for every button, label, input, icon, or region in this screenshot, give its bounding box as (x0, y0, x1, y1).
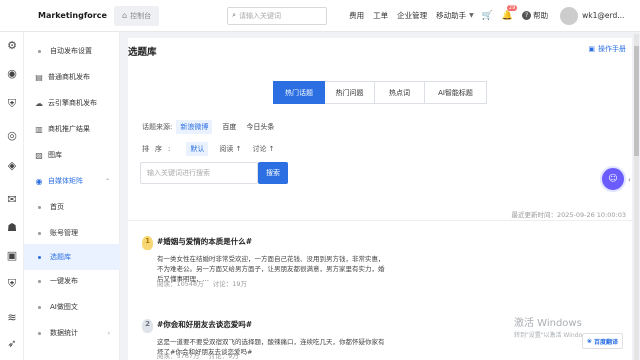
top-nav: 费用 工单 企业管理 移动助手 ▼ (349, 10, 482, 21)
menu-item-cloud-publish[interactable]: ☁ 云引擎商机发布 (24, 90, 120, 116)
rail-icon-9[interactable]: ⛨ (6, 278, 18, 290)
topic-title[interactable]: #婚姻与爱情的本质是什么# (157, 236, 252, 247)
menu-item-promotion-results[interactable]: ▥ 商机推广结果 (24, 116, 120, 142)
chevron-up-icon: ⌃ (104, 177, 110, 185)
menu-item-topic-library[interactable]: 选题库 (24, 244, 120, 270)
notification-badge: 29 (506, 4, 518, 11)
layers-icon[interactable]: ≋ (6, 312, 18, 324)
global-search-input[interactable]: ⌕ 请输入关键词 (227, 6, 328, 25)
side-menu: 自动发布设置 ▤ 普通商机发布 ☁ 云引擎商机发布 ▥ 商机推广结果 ▨ 图库 ◉ 自媒体… (24, 32, 120, 360)
topic-reads: 阅读：10548万 (157, 280, 204, 288)
nav-tickets[interactable]: 工单 (373, 10, 388, 21)
rail-icon-5[interactable]: ◈ (6, 160, 18, 172)
menu-item-statistics[interactable]: 数据统计 › (24, 320, 120, 346)
source-filter: 话题来源: 新浪微博 百度 今日头条 (142, 120, 284, 134)
menu-item-normal-publish[interactable]: ▤ 普通商机发布 (24, 64, 120, 90)
avatar[interactable] (560, 6, 579, 25)
top-bar: Marketingforce ⌂ 控制台 ⌕ 请输入关键词 费用 工单 企业管理 移… (0, 0, 640, 32)
topic-title[interactable]: #你会和好朋友去谈恋爱吗# (157, 319, 252, 330)
question-icon: ? (522, 11, 532, 20)
chevron-right-icon: › (107, 329, 110, 337)
rocket-icon[interactable]: ➶ (6, 338, 18, 350)
baidu-translate-button[interactable]: ❀ 百度翻译 (582, 333, 624, 349)
assistant-bot-icon[interactable]: ☺ (600, 166, 626, 192)
cloud-icon: ☁ (35, 98, 43, 108)
topic-meta: 阅读：10548万 讨论：19万 (157, 278, 254, 288)
chart-icon: ▥ (35, 124, 43, 134)
nav-mobile-assistant[interactable]: 移动助手 (436, 10, 466, 21)
tab-ai-titles[interactable]: AI智能标题 (425, 81, 487, 104)
rail-icon-6[interactable]: ✉ (6, 194, 18, 206)
help-link[interactable]: ? 帮助 (522, 10, 548, 21)
keyword-search-input[interactable] (140, 162, 258, 184)
nav-enterprise[interactable]: 企业管理 (397, 10, 427, 21)
search-button[interactable]: 搜索 (258, 162, 288, 184)
source-toutiao[interactable]: 今日头条 (246, 122, 274, 132)
menu-item-auto-publish-settings[interactable]: 自动发布设置 (24, 38, 120, 64)
rail-icon-7[interactable]: ☗ (6, 222, 18, 234)
tab-hot-questions[interactable]: 热门问题 (325, 81, 375, 104)
topic-tabs: 热门话题 热门问题 热点词 AI智能标题 (273, 81, 487, 104)
edit-icon: ▤ (35, 72, 43, 82)
menu-item-ai-article[interactable]: AI做图文 (24, 294, 120, 320)
sort-default[interactable]: 默认 (186, 142, 209, 156)
rank-medal-icon: 2 (142, 319, 153, 333)
menu-item-gallery[interactable]: ▨ 图库 (24, 142, 120, 168)
menu-item-one-click-publish[interactable]: 一键发布 (24, 268, 120, 294)
page-scrollbar[interactable] (634, 34, 639, 360)
console-tab[interactable]: ⌂ 控制台 (114, 5, 160, 26)
media-icon: ◉ (35, 176, 43, 186)
menu-item-account-management[interactable]: 账号管理 (24, 220, 120, 246)
paw-icon: ❀ (587, 337, 593, 345)
bell-icon[interactable]: 🔔 29 (502, 4, 518, 21)
page-title: 选题库 (128, 47, 157, 58)
home-icon: ⌂ (122, 11, 128, 20)
cart-icon[interactable]: 🛒 (482, 11, 493, 21)
brand-logo[interactable]: Marketingforce (0, 11, 112, 20)
menu-group-media-matrix[interactable]: ◉ 自媒体矩阵 ⌃ (24, 168, 120, 194)
scrollbar-thumb[interactable] (634, 46, 639, 156)
manual-link[interactable]: ▣ 操作手册 (588, 44, 626, 54)
image-icon: ▨ (35, 150, 43, 160)
chevron-left-icon[interactable]: ‹ (628, 176, 631, 184)
rank-medal-icon: 1 (142, 236, 153, 250)
sort-discussions[interactable]: 讨论 ↑ (252, 144, 274, 154)
main-content: 选题库 ▣ 操作手册 热门话题 热门问题 热点词 AI智能标题 话题来源: 新浪微… (128, 38, 632, 360)
chevron-down-icon[interactable]: ▼ (469, 12, 474, 19)
book-icon: ▣ (588, 45, 595, 53)
topic-discussions: 讨论：9万 (208, 352, 239, 360)
last-updated: 最近更新时间：2025-09-26 10:00:03 (511, 211, 626, 219)
rail-icon-2[interactable]: ◉ (6, 68, 18, 80)
rail-icon-8[interactable]: ▣ (6, 250, 18, 262)
shield-icon[interactable]: ⛨ (6, 98, 18, 110)
source-weibo[interactable]: 新浪微博 (176, 120, 213, 134)
tab-hot-words[interactable]: 热点词 (375, 81, 425, 104)
tab-hot-topics[interactable]: 热门话题 (273, 81, 325, 104)
source-baidu[interactable]: 百度 (222, 122, 236, 132)
search-icon: ⌕ (232, 11, 236, 19)
topic-discussions: 讨论：19万 (212, 280, 248, 288)
rail-icon-1[interactable]: ⚙ (6, 40, 18, 52)
user-name[interactable]: wk1@erd... (582, 11, 624, 20)
sort-filter: 排序: 默认 阅读 ↑ 讨论 ↑ (142, 142, 286, 156)
menu-item-home[interactable]: 首页 (24, 194, 120, 220)
icon-rail: ⚙ ◉ ⛨ ◎ ◈ ✉ ☗ ▣ ⛨ ≋ ➶ (0, 32, 24, 360)
divider (128, 220, 632, 221)
nav-fees[interactable]: 费用 (349, 10, 364, 21)
topic-meta: 阅读：5767万 讨论：9万 (157, 350, 246, 360)
rail-icon-4[interactable]: ◎ (6, 130, 18, 142)
sort-reads[interactable]: 阅读 ↑ (219, 144, 241, 154)
topic-reads: 阅读：5767万 (157, 352, 200, 360)
